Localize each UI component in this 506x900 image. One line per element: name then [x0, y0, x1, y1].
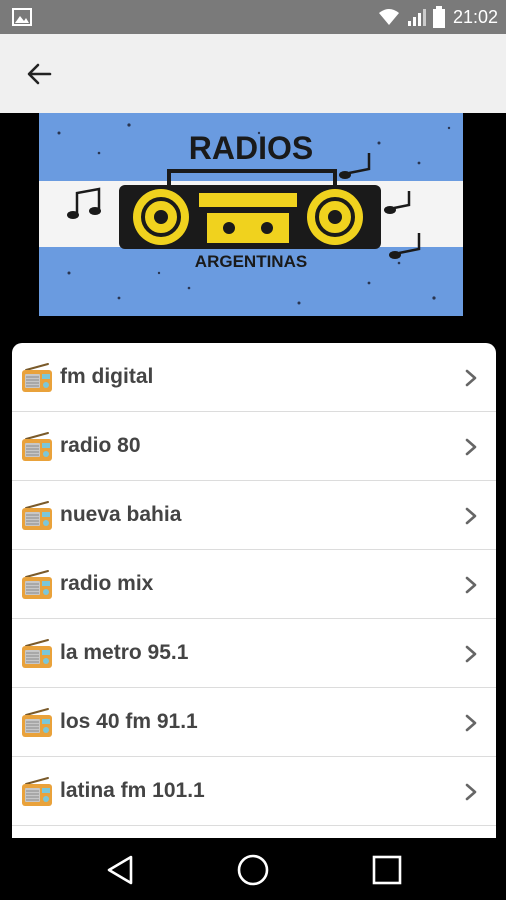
home-circle-icon [237, 854, 269, 886]
back-button[interactable] [20, 56, 58, 92]
chevron-right-icon [464, 645, 478, 663]
nav-back-button[interactable] [100, 852, 140, 888]
radio-icon [20, 361, 54, 395]
battery-icon [432, 6, 445, 28]
radio-icon [20, 637, 54, 671]
banner-image: RADIOS ARGENTINAS [39, 113, 463, 316]
station-item[interactable]: radio mix [12, 550, 496, 619]
chevron-right-icon [464, 576, 478, 594]
wifi-icon [378, 9, 399, 25]
chevron-right-icon [464, 438, 478, 456]
chevron-right-icon [464, 783, 478, 801]
banner-subtitle: ARGENTINAS [195, 252, 307, 271]
station-label: los 40 fm 91.1 [60, 710, 198, 733]
station-label: radio 80 [60, 434, 141, 457]
recents-square-icon [372, 855, 402, 885]
status-bar: 21:02 [0, 0, 506, 34]
nav-bar [0, 838, 506, 900]
signal-icon [407, 9, 426, 26]
radio-icon [20, 775, 54, 809]
station-item[interactable]: la metro 95.1 [12, 619, 496, 688]
status-time: 21:02 [452, 6, 498, 27]
chevron-right-icon [464, 369, 478, 387]
arrow-left-icon [27, 63, 52, 85]
gallery-icon [12, 8, 32, 26]
nav-recents-button[interactable] [367, 852, 407, 888]
station-item[interactable]: fm digital [12, 343, 496, 412]
radio-icon [20, 568, 54, 602]
station-label: la metro 95.1 [60, 641, 189, 664]
station-list: fm digital radio 80 nueva bahia radio mi… [12, 343, 496, 843]
back-triangle-icon [107, 855, 133, 885]
chevron-right-icon [464, 507, 478, 525]
chevron-right-icon [464, 714, 478, 732]
station-item[interactable]: radio 80 [12, 412, 496, 481]
radio-icon [20, 499, 54, 533]
station-label: fm digital [60, 365, 154, 388]
station-label: radio mix [60, 572, 154, 595]
app-bar [0, 34, 506, 113]
radio-icon [20, 430, 54, 464]
station-label: latina fm 101.1 [60, 779, 205, 802]
banner-title: RADIOS [189, 130, 313, 166]
radio-icon [20, 706, 54, 740]
station-item[interactable]: nueva bahia [12, 481, 496, 550]
station-item[interactable]: latina fm 101.1 [12, 757, 496, 826]
station-item[interactable]: los 40 fm 91.1 [12, 688, 496, 757]
nav-home-button[interactable] [233, 852, 273, 888]
station-label: nueva bahia [60, 503, 182, 526]
